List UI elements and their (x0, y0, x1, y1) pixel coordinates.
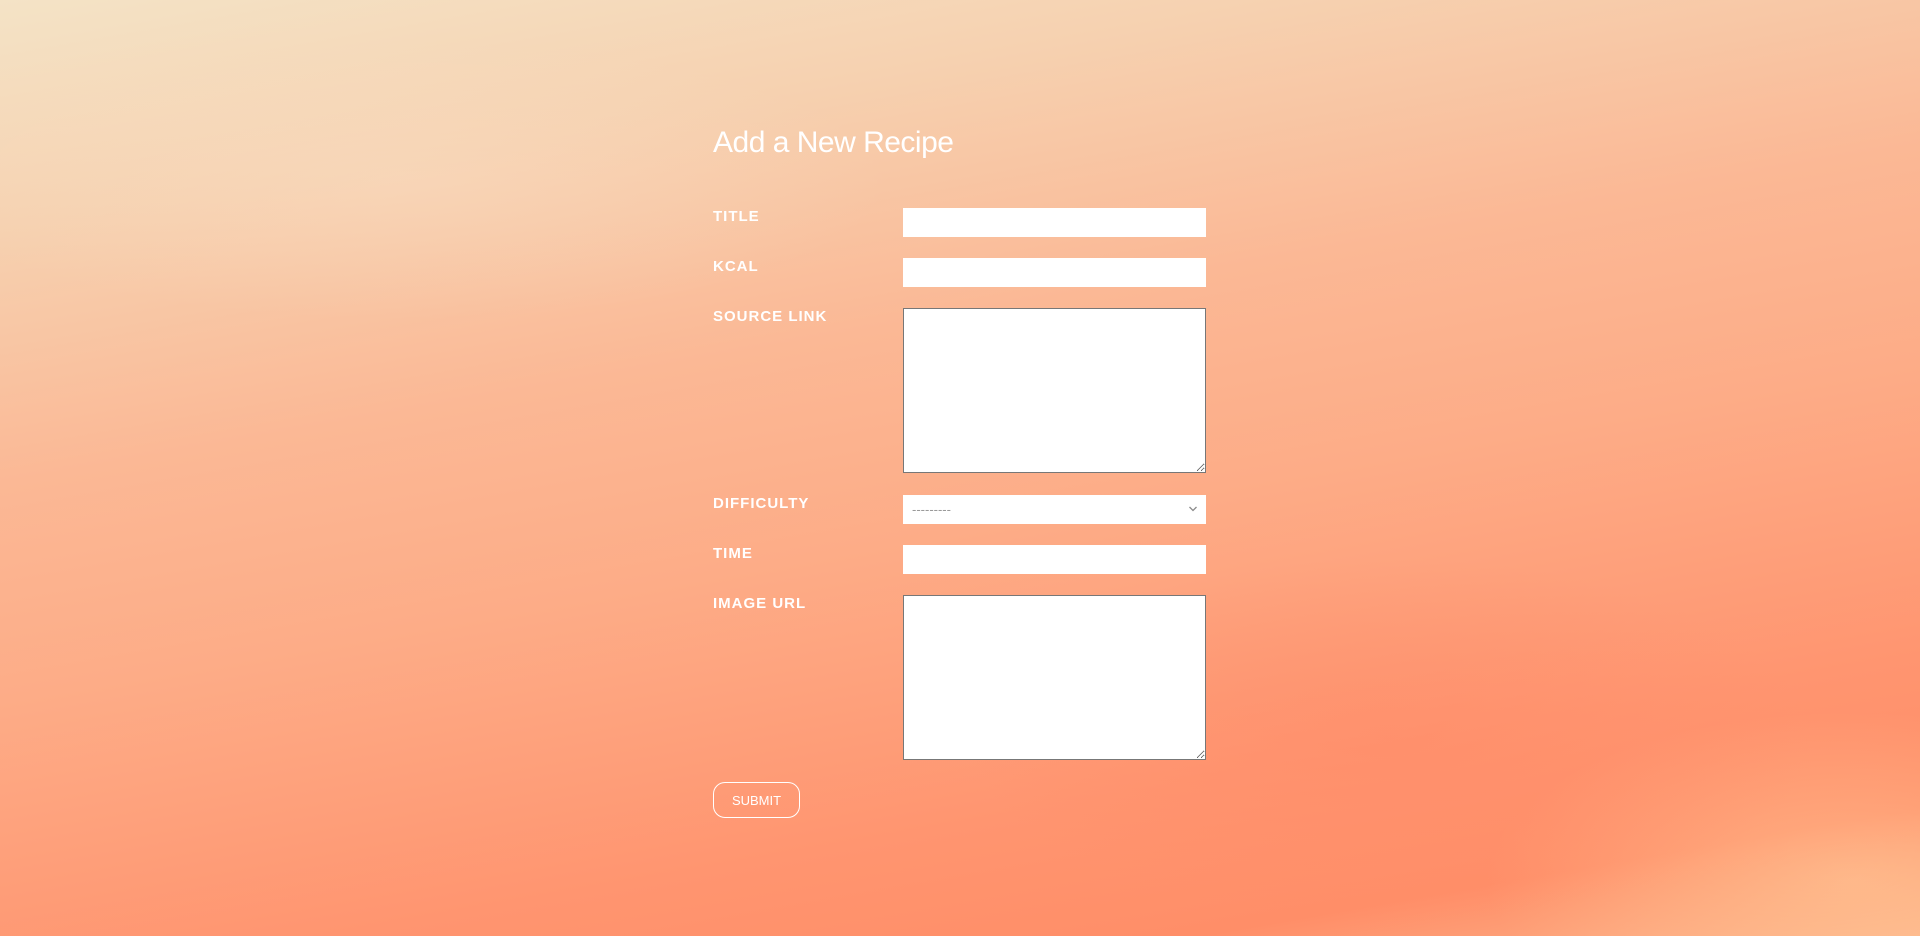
time-input[interactable] (903, 545, 1206, 574)
form-fields: TITLE KCAL SOURCE LINK DIFFICULTY ------… (713, 208, 1208, 760)
field-row-time: TIME (713, 545, 1208, 574)
source-link-label: SOURCE LINK (713, 308, 828, 325)
field-row-title: TITLE (713, 208, 1208, 237)
title-input[interactable] (903, 208, 1206, 237)
field-row-source-link: SOURCE LINK (713, 308, 1208, 473)
page-title: Add a New Recipe (713, 126, 954, 159)
submit-button[interactable]: SUBMIT (713, 782, 800, 818)
kcal-input[interactable] (903, 258, 1206, 287)
difficulty-select[interactable]: --------- (904, 496, 1205, 523)
difficulty-label: DIFFICULTY (713, 495, 810, 512)
kcal-label: KCAL (713, 258, 759, 275)
source-link-textarea[interactable] (903, 308, 1206, 473)
field-row-image-url: IMAGE URL (713, 595, 1208, 760)
image-url-textarea[interactable] (903, 595, 1206, 760)
image-url-label: IMAGE URL (713, 595, 807, 612)
submit-row: SUBMIT (713, 782, 1208, 818)
field-row-kcal: KCAL (713, 258, 1208, 287)
title-label: TITLE (713, 208, 760, 225)
recipe-form: Add a New Recipe TITLE KCAL SOURCE LINK … (713, 120, 1208, 818)
difficulty-select-wrapper[interactable]: --------- (903, 495, 1206, 524)
time-label: TIME (713, 545, 753, 562)
field-row-difficulty: DIFFICULTY --------- (713, 495, 1208, 524)
